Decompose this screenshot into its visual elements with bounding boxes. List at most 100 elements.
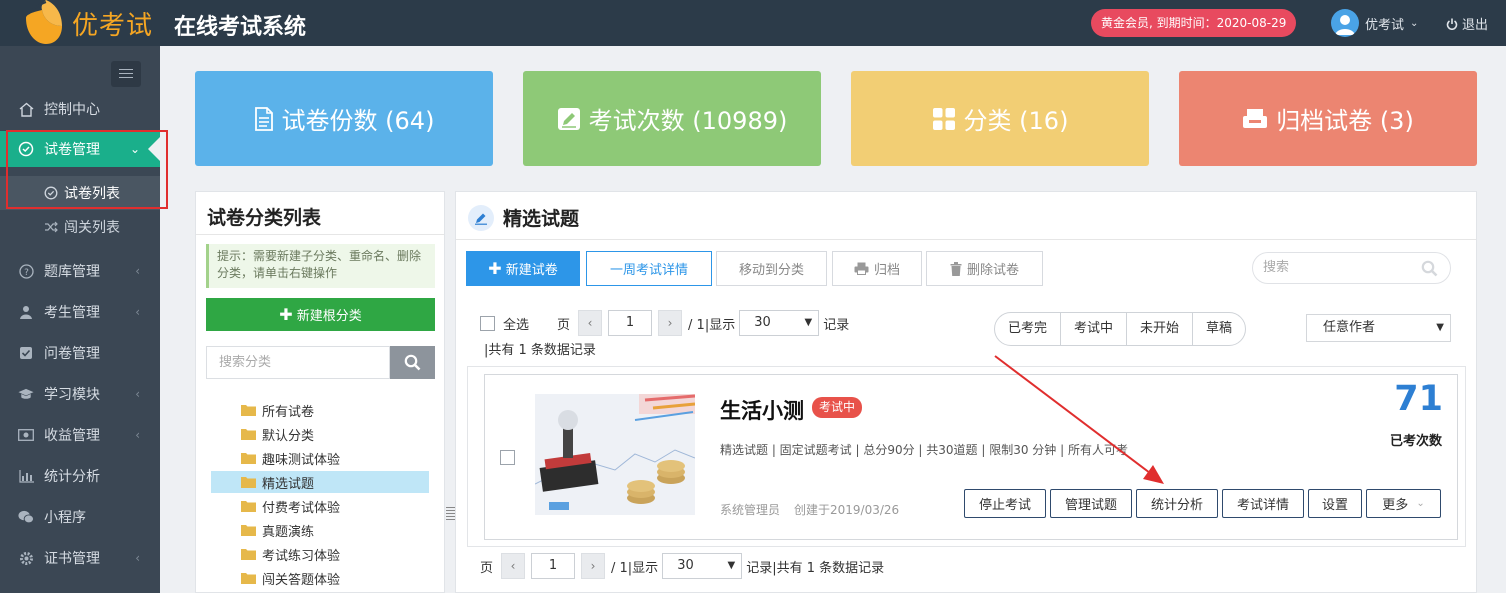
delete-exam-button[interactable]: 删除试卷 [926,251,1043,286]
exam-search-input[interactable]: 搜索 [1252,252,1451,284]
week-detail-button[interactable]: 一周考试详情 [586,251,712,286]
logo-leaf-icon [22,0,64,46]
prev-page-button[interactable]: ‹ [578,310,603,336]
logout-button[interactable]: 退出 [1446,14,1488,33]
sidebar-item-statistics[interactable]: 统计分析 [0,458,160,494]
folder-icon [241,573,256,584]
category-item[interactable]: 真题演练 [211,519,429,541]
prev-page-button[interactable]: ‹ [501,553,526,579]
main-title: 精选试题 [503,208,580,230]
exam-details-button[interactable]: 考试详情 [1222,489,1304,518]
stop-exam-button[interactable]: 停止考试 [964,489,1046,518]
new-exam-button[interactable]: ✚ 新建试卷 [466,251,580,286]
edit-icon [557,107,581,131]
select-all-label: 全选 [503,317,530,333]
page-size-select[interactable]: 30 ▼ [662,553,743,579]
page-number-input[interactable]: 1 [608,310,653,336]
money-icon [18,427,34,443]
folder-icon [241,477,256,488]
page-number-input[interactable]: 1 [531,553,576,579]
folder-icon [241,405,256,416]
app-title: 在线考试系统 [174,15,307,40]
exam-title[interactable]: 生活小测 [720,395,804,425]
page-size-select[interactable]: 30 ▼ [739,310,820,336]
pen-icon [468,204,494,231]
filter-not-started[interactable]: 未开始 [1127,313,1194,345]
resize-handle[interactable] [446,507,455,523]
caret-down-icon: ▼ [727,560,736,571]
more-button[interactable]: 更多 ⌄ [1366,489,1441,518]
stat-card-attempts[interactable]: 考试次数 (10989) [523,71,821,166]
chevron-down-icon: ⌄ [1416,498,1425,509]
next-page-button[interactable]: › [581,553,606,579]
main-panel: 精选试题 ✚ 新建试卷 一周考试详情 移动到分类 归档 删除试卷 搜索 全选 页… [455,191,1477,593]
category-item[interactable]: 默认分类 [211,423,429,445]
category-search-button[interactable] [390,346,435,379]
search-icon [404,354,421,371]
category-item[interactable]: 考试练习体验 [211,543,429,565]
pager-top: 全选 页 ‹ 1 › / 1|显示 30 ▼ 记录 [480,310,849,336]
exam-meta: 精选试题 | 固定试题考试 | 总分90分 | 共30道题 | 限制30 分钟 … [720,443,1128,457]
category-search-input[interactable]: 搜索分类 [206,346,390,379]
stat-card-categories[interactable]: 分类 (16) [851,71,1149,166]
stat-card-exams[interactable]: 试卷份数 (64) [195,71,493,166]
logo[interactable]: 优考试 [22,0,153,46]
sidebar: 控制中心 试卷管理 ⌄ 试卷列表 闯关列表 ? 题库管理 ‹ 考生管理 ‹ 问卷… [0,46,160,593]
search-icon [1421,260,1438,277]
next-page-button[interactable]: › [658,310,683,336]
category-item-selected[interactable]: 精选试题 [211,471,429,493]
category-label: 默认分类 [262,428,315,444]
stat-card-archived[interactable]: 归档试卷 (3) [1179,71,1477,166]
sidebar-item-miniprogram[interactable]: 小程序 [0,499,160,535]
archive-label: 归档 [873,263,900,278]
author-select[interactable]: 任意作者 ▼ [1306,314,1451,342]
sidebar-subitem-level-list[interactable]: 闯关列表 [0,210,160,244]
category-item[interactable]: 所有试卷 [211,399,429,421]
sidebar-item-certificate[interactable]: 证书管理 ‹ [0,540,160,576]
created-date: 创建于2019/03/26 [794,503,900,517]
category-panel-title: 试卷分类列表 [207,207,322,229]
filter-draft[interactable]: 草稿 [1193,313,1245,345]
logout-label: 退出 [1462,18,1489,33]
user-icon [18,304,34,320]
new-root-category-button[interactable]: ✚ 新建根分类 [206,298,435,331]
exam-thumbnail[interactable] [535,394,695,515]
filter-finished[interactable]: 已考完 [995,313,1062,345]
chevron-left-icon: ‹ [135,387,140,401]
category-label: 付费考试体验 [262,500,341,516]
page-size-value: 30 [754,315,771,330]
sidebar-item-label: 控制中心 [44,102,100,118]
filter-in-progress[interactable]: 考试中 [1061,313,1128,345]
delete-exam-label: 删除试卷 [966,263,1019,278]
category-item[interactable]: 付费考试体验 [211,495,429,517]
move-to-category-button[interactable]: 移动到分类 [716,251,827,286]
exam-checkbox[interactable] [500,450,515,465]
category-item[interactable]: 闯关答题体验 [211,567,429,589]
folder-icon [241,429,256,440]
sidebar-item-question-bank[interactable]: ? 题库管理 ‹ [0,253,160,289]
user-menu[interactable]: 优考试 ⌄ [1331,8,1418,38]
category-item[interactable]: 趣味测试体验 [211,447,429,469]
sidebar-item-candidates[interactable]: 考生管理 ‹ [0,294,160,330]
exam-list: 生活小测 考试中 精选试题 | 固定试题考试 | 总分90分 | 共30道题 |… [467,366,1466,547]
settings-button[interactable]: 设置 [1308,489,1362,518]
select-all-checkbox[interactable] [480,315,495,331]
chevron-left-icon: ‹ [135,305,140,319]
sidebar-item-dashboard[interactable]: 控制中心 [0,91,160,127]
creator-name: 系统管理员 [720,503,781,517]
page-label: 页 [557,317,571,333]
exam-card[interactable]: 生活小测 考试中 精选试题 | 固定试题考试 | 总分90分 | 共30道题 |… [484,374,1458,540]
sidebar-item-survey[interactable]: 问卷管理 [0,335,160,371]
sidebar-item-revenue[interactable]: 收益管理 ‹ [0,417,160,453]
wechat-icon [18,509,34,525]
archive-button[interactable]: 归档 [832,251,922,286]
sidebar-item-learning[interactable]: 学习模块 ‹ [0,376,160,412]
sidebar-subitem-label: 闯关列表 [64,220,120,236]
stat-label: 考试次数 (10989) [588,107,788,135]
sidebar-item-label: 题库管理 [44,264,100,280]
category-tip: 提示：需要新建子分类、重命名、删除分类，请单击右键操作 [206,244,435,288]
menu-toggle-icon[interactable] [111,61,141,87]
manage-questions-button[interactable]: 管理试题 [1050,489,1132,518]
member-badge[interactable]: 黄金会员, 到期时间：2020-08-29 [1091,9,1297,37]
statistics-button[interactable]: 统计分析 [1136,489,1218,518]
